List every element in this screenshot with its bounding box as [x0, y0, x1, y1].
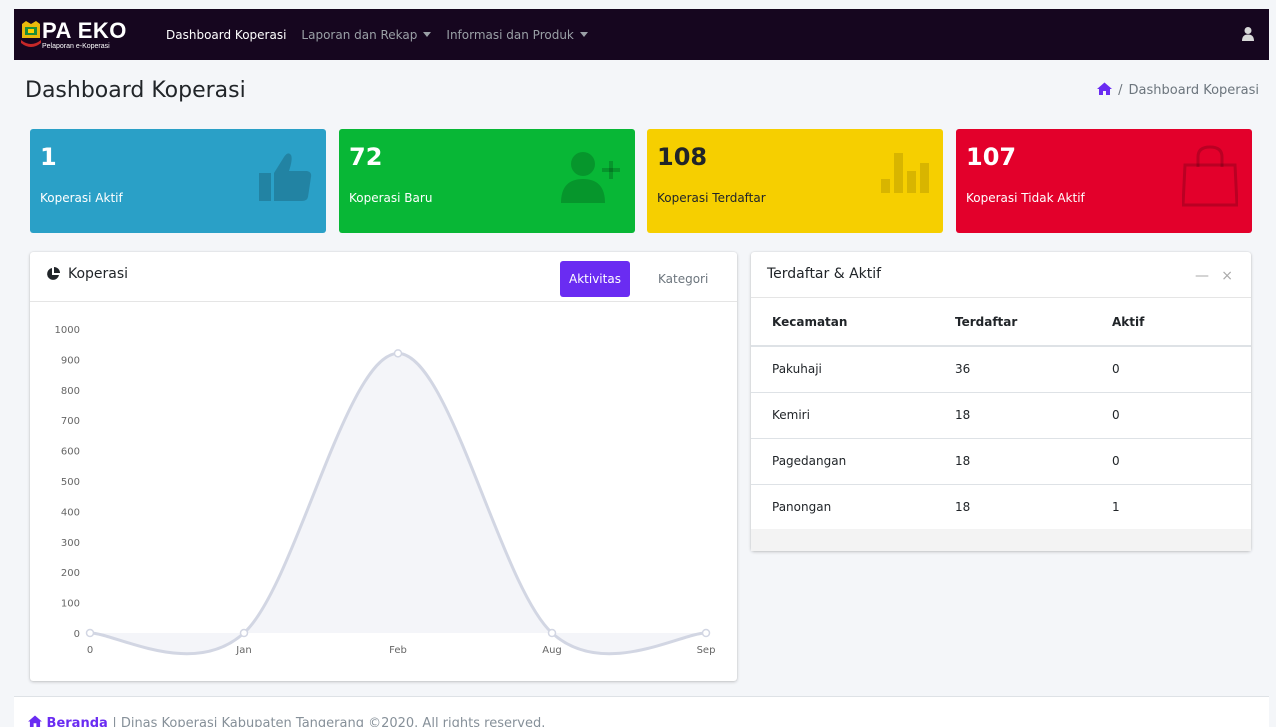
x-tick-label: Aug [542, 645, 562, 656]
table-cell: Pagedangan [751, 437, 955, 484]
table-card-footer [751, 529, 1251, 551]
bar-chart-icon [881, 151, 929, 199]
x-tick-label: Jan [235, 645, 251, 656]
stat-card-koperasi-aktif: 1 Koperasi Aktif [30, 129, 326, 233]
stat-card-koperasi-baru: 72 Koperasi Baru [339, 129, 635, 233]
nav-label: Dashboard Koperasi [166, 27, 287, 42]
footer-text: | Dinas Koperasi Kabupaten Tangerang ©20… [112, 716, 546, 727]
nav-label: Informasi dan Produk [446, 27, 574, 42]
chart-title-label: Koperasi [68, 266, 129, 282]
table-card-title: Terdaftar & Aktif [767, 266, 882, 282]
table-row: Pagedangan 18 0 [751, 437, 1251, 484]
kecamatan-table: Kecamatan Terdaftar Aktif Pakuhaji 36 0 … [751, 298, 1251, 530]
close-icon[interactable]: × [1221, 268, 1233, 284]
chart-card: Koperasi Aktivitas Kategori 0 100 200 300 40… [30, 252, 737, 681]
table-row: Panongan 18 1 [751, 483, 1251, 530]
collapse-icon[interactable]: — [1195, 268, 1209, 284]
breadcrumb: / Dashboard Koperasi [1097, 82, 1259, 99]
tab-aktivitas[interactable]: Aktivitas [560, 261, 630, 297]
footer-home-link[interactable]: Beranda [28, 715, 112, 727]
y-tick-label: 0 [74, 629, 80, 640]
table-card-header: Terdaftar & Aktif — × [751, 252, 1251, 298]
column-header: Aktif [1112, 298, 1251, 347]
nav-dashboard-koperasi[interactable]: Dashboard Koperasi [166, 28, 286, 42]
table-cell: 18 [955, 437, 1112, 484]
chevron-down-icon [579, 32, 588, 37]
table-card: Terdaftar & Aktif — × Kecamatan Terdafta… [751, 252, 1251, 551]
x-tick-label: Sep [697, 645, 716, 656]
top-navbar: PA EKO Pelaporan e-Koperasi Dashboard Ko… [14, 9, 1269, 60]
breadcrumb-current: Dashboard Koperasi [1128, 83, 1259, 98]
stat-label: Koperasi Terdaftar [657, 191, 766, 205]
brand[interactable]: PA EKO Pelaporan e-Koperasi [20, 17, 160, 50]
table-cell: 0 [1112, 345, 1251, 392]
stat-value: 1 [40, 143, 57, 171]
page-title: Dashboard Koperasi [25, 78, 246, 103]
table-cell: Pakuhaji [751, 345, 955, 392]
data-point [547, 628, 557, 638]
column-header: Kecamatan [751, 298, 955, 347]
y-tick-label: 600 [61, 447, 80, 458]
stat-value: 108 [657, 143, 708, 171]
table-header-row: Kecamatan Terdaftar Aktif [751, 298, 1251, 347]
user-icon[interactable] [1241, 26, 1255, 42]
user-plus-icon [561, 151, 621, 207]
data-point [239, 628, 249, 638]
stat-label: Koperasi Baru [349, 191, 433, 205]
table-cell: Kemiri [751, 391, 955, 438]
y-tick-label: 1000 [55, 325, 80, 336]
chart-card-header: Koperasi Aktivitas Kategori [30, 252, 737, 302]
table-cell: Panongan [751, 483, 955, 530]
chart-card-title: Koperasi [46, 266, 128, 282]
thumbs-up-icon [258, 151, 312, 207]
y-tick-label: 700 [61, 416, 80, 427]
area-chart: 0 100 200 300 400 500 600 700 800 900 1000 0 Jan Feb A… [55, 325, 716, 656]
area-fill [90, 353, 706, 654]
tab-kategori[interactable]: Kategori [649, 261, 717, 297]
data-point [85, 628, 95, 638]
x-tick-label: 0 [87, 645, 93, 656]
breadcrumb-separator: / [1118, 83, 1123, 98]
pie-chart-icon [47, 267, 60, 280]
brand-logo [20, 20, 41, 50]
table-cell: 0 [1112, 391, 1251, 438]
table-row: Pakuhaji 36 0 [751, 345, 1251, 392]
stat-value: 72 [349, 143, 383, 171]
page-footer: Beranda | Dinas Koperasi Kabupaten Tange… [14, 696, 1269, 727]
y-tick-label: 400 [61, 507, 80, 518]
y-tick-label: 900 [61, 355, 80, 366]
brand-title: PA EKO [42, 17, 127, 43]
chevron-down-icon [423, 32, 432, 37]
y-tick-label: 800 [61, 386, 80, 397]
data-point [393, 349, 403, 358]
home-icon [28, 715, 42, 727]
nav-laporan-dan-rekap[interactable]: Laporan dan Rekap [301, 27, 432, 42]
stat-label: Koperasi Aktif [40, 191, 123, 205]
table-row: Kemiri 18 0 [751, 391, 1251, 438]
y-tick-label: 100 [61, 599, 80, 610]
nav-label: Laporan dan Rekap [301, 27, 418, 42]
main-nav: Dashboard Koperasi Laporan dan Rekap Inf… [166, 28, 603, 42]
table-cell: 1 [1112, 483, 1251, 530]
shopping-bag-icon [1181, 145, 1239, 211]
table-cell: 0 [1112, 437, 1251, 484]
footer-link-label: Beranda [46, 716, 108, 727]
brand-subtitle: Pelaporan e-Koperasi [42, 42, 110, 50]
table-cell: 18 [955, 483, 1112, 530]
y-tick-label: 500 [61, 477, 80, 488]
y-tick-label: 300 [61, 538, 80, 549]
x-tick-label: Feb [389, 645, 407, 656]
table-cell: 18 [955, 391, 1112, 438]
stat-card-koperasi-terdaftar: 108 Koperasi Terdaftar [647, 129, 943, 233]
home-icon[interactable] [1097, 82, 1113, 99]
nav-informasi-dan-produk[interactable]: Informasi dan Produk [446, 27, 588, 42]
stat-value: 107 [966, 143, 1017, 171]
stat-card-koperasi-tidak-aktif: 107 Koperasi Tidak Aktif [956, 129, 1252, 233]
stat-label: Koperasi Tidak Aktif [966, 191, 1085, 205]
table-cell: 36 [955, 345, 1112, 392]
data-point [701, 628, 711, 638]
column-header: Terdaftar [955, 298, 1112, 347]
y-tick-label: 200 [61, 568, 80, 579]
